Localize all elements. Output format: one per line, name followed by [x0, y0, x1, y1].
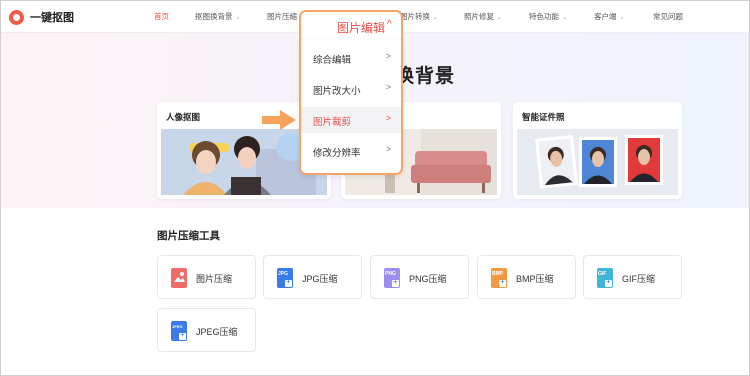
card-title: 人像抠图 — [166, 112, 201, 122]
menu-item-crop[interactable]: 图片裁剪 > — [301, 107, 401, 133]
pointer-arrow-icon — [262, 110, 296, 130]
browser-frame: 一键抠图 首页 抠图换背景 ⌄ 图片压缩 图片转换 ⌄ 照片修复 ⌄ 特色功能 ⌄ 客户… — [0, 0, 750, 376]
chevron-right-icon: > — [385, 113, 391, 123]
jpg-file-icon: JPG — [277, 268, 293, 288]
nav-item-cutout-bg[interactable]: 抠图换背景 ⌄ — [195, 11, 241, 22]
menu-item-resize[interactable]: 图片改大小 > — [301, 76, 401, 102]
chevron-right-icon: > — [385, 144, 391, 154]
nav-item-features[interactable]: 特色功能 ⌄ — [529, 11, 567, 22]
image-edit-dropdown: 综合编辑 > 图片改大小 > 图片裁剪 > 修改分辨率 > — [299, 40, 403, 175]
nav-item-faq[interactable]: 常见问题 — [653, 11, 683, 22]
chevron-down-icon: ⌄ — [433, 15, 439, 21]
logo[interactable]: 一键抠图 — [9, 9, 74, 25]
card-id-photo[interactable]: 智能证件照 — [513, 102, 682, 199]
logo-text: 一键抠图 — [30, 12, 74, 24]
nav-item-home[interactable]: 首页 — [154, 11, 169, 22]
nav-item-image-edit[interactable]: 图片编辑 ^ — [299, 10, 403, 40]
tool-png-compress[interactable]: PNG PNG压缩 — [370, 255, 469, 299]
menu-item-general-edit[interactable]: 综合编辑 > — [301, 45, 401, 71]
chevron-down-icon: ⌄ — [562, 15, 568, 21]
nav-item-client[interactable]: 客户端 ⌄ — [594, 11, 625, 22]
chevron-down-icon: ⌄ — [497, 15, 503, 21]
chevron-down-icon: ⌄ — [619, 15, 625, 21]
chevron-right-icon: > — [385, 82, 391, 92]
nav-item-restore[interactable]: 照片修复 ⌄ — [464, 11, 502, 22]
card-title: 智能证件照 — [522, 112, 565, 122]
id-photo-image — [517, 129, 678, 195]
png-file-icon: PNG — [384, 268, 400, 288]
chevron-down-icon: ⌄ — [235, 15, 241, 21]
nav-item-compress[interactable]: 图片压缩 — [267, 11, 297, 22]
logo-icon — [9, 9, 24, 25]
chevron-right-icon: > — [385, 51, 391, 61]
tool-bmp-compress[interactable]: BMP BMP压缩 — [477, 255, 576, 299]
image-edit-label: 图片编辑 — [337, 21, 386, 35]
image-compress-icon — [171, 268, 187, 288]
gif-file-icon: GIF — [597, 268, 613, 288]
tool-jpg-compress[interactable]: JPG JPG压缩 — [263, 255, 362, 299]
tool-image-compress[interactable]: 图片压缩 — [157, 255, 256, 299]
tool-gif-compress[interactable]: GIF GIF压缩 — [583, 255, 682, 299]
menu-item-resolution[interactable]: 修改分辨率 > — [301, 138, 401, 164]
tool-jpeg-compress[interactable]: JPEG JPEG压缩 — [157, 308, 256, 352]
jpeg-file-icon: JPEG — [171, 321, 187, 341]
section-title: 图片压缩工具 — [157, 230, 220, 242]
chevron-up-icon: ^ — [387, 19, 392, 30]
nav-item-convert[interactable]: 图片转换 ⌄ — [400, 11, 438, 22]
bmp-file-icon: BMP — [491, 268, 507, 288]
